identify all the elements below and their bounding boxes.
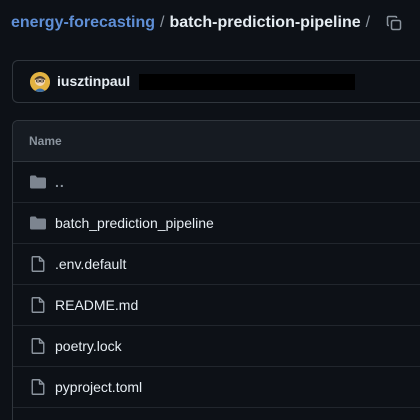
breadcrumb: energy-forecasting / batch-prediction-pi…: [11, 11, 375, 35]
avatar[interactable]: [30, 72, 50, 92]
table-row-file[interactable]: README.md: [13, 285, 420, 326]
page: energy-forecasting / batch-prediction-pi…: [0, 0, 420, 420]
copy-icon: [386, 15, 402, 31]
avatar-icon: [30, 72, 50, 92]
file-icon: [29, 297, 47, 313]
table-header-name: Name: [13, 121, 420, 162]
folder-icon: [29, 174, 47, 190]
redacted-commit-message: [139, 74, 355, 90]
file-name[interactable]: poetry.lock: [55, 338, 122, 354]
file-name[interactable]: batch_prediction_pipeline: [55, 215, 214, 231]
file-table: Name .. batch_prediction_pipeline .env.d…: [12, 120, 420, 420]
file-name[interactable]: .env.default: [55, 256, 126, 272]
file-name[interactable]: README.md: [55, 297, 138, 313]
file-name[interactable]: ..: [55, 174, 65, 190]
breadcrumb-current-folder: batch-prediction-pipeline: [169, 14, 361, 31]
table-row-folder[interactable]: batch_prediction_pipeline: [13, 203, 420, 244]
breadcrumb-repo-link[interactable]: energy-forecasting: [11, 14, 155, 32]
file-name[interactable]: pyproject.toml: [55, 379, 142, 395]
file-icon: [29, 379, 47, 395]
latest-commit-box: iusztinpaul: [12, 60, 420, 103]
file-icon: [29, 338, 47, 354]
copy-path-button[interactable]: [384, 13, 404, 33]
breadcrumb-trailing-separator: /: [365, 14, 371, 31]
table-row-file[interactable]: poetry.lock: [13, 326, 420, 367]
folder-icon: [29, 215, 47, 231]
table-row-parent-dir[interactable]: ..: [13, 162, 420, 203]
table-row-file[interactable]: pyproject.toml: [13, 367, 420, 408]
file-icon: [29, 256, 47, 272]
commit-author[interactable]: iusztinpaul: [57, 73, 130, 89]
breadcrumb-separator: /: [160, 14, 165, 31]
table-row-file[interactable]: .env.default: [13, 244, 420, 285]
